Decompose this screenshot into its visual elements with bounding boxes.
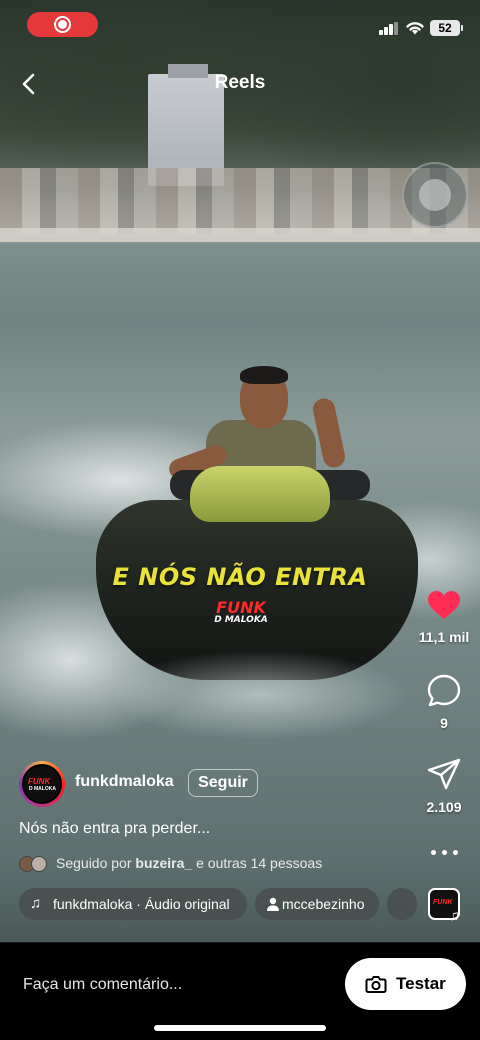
rider-hair: [240, 366, 288, 384]
try-button-label: Testar: [396, 974, 446, 993]
like-button[interactable]: 11,1 mil: [414, 590, 474, 645]
jet-ski-console: [190, 466, 330, 522]
video-logo-line1: FUNK: [216, 598, 266, 617]
audio-thumbnail-text: FUNK: [433, 899, 453, 906]
wifi-icon: [406, 22, 424, 35]
more-chip[interactable]: [387, 888, 417, 920]
signal-icon: [379, 22, 399, 35]
audio-chip-label: funkdmaloka · Áudio original: [53, 896, 230, 912]
comment-bar: Faça um comentário... Testar: [0, 942, 480, 1040]
share-icon: [427, 758, 461, 790]
rider-arm: [310, 396, 348, 470]
like-count: 11,1 mil: [418, 629, 470, 645]
avatar-image: FUNK D MALOKA: [22, 764, 62, 804]
status-bar: 52: [0, 0, 480, 52]
camera-icon: [365, 976, 387, 993]
music-note-icon: ♫: [449, 907, 460, 923]
share-button[interactable]: 2.109: [414, 758, 474, 815]
followed-by-user: buzeira_: [135, 855, 193, 871]
follow-button[interactable]: Seguir: [188, 769, 258, 797]
video-beach: [0, 228, 480, 242]
comment-count: 9: [440, 715, 448, 731]
battery-icon: 52: [430, 20, 463, 36]
comment-button[interactable]: 9: [414, 674, 474, 731]
home-indicator[interactable]: [154, 1025, 326, 1031]
video-caption-overlay: E NÓS NÃO ENTRA: [112, 563, 368, 591]
video-logo-line2: D MALOKA: [214, 615, 268, 625]
record-dot: [58, 20, 67, 29]
audio-chip[interactable]: ♫ funkdmaloka · Áudio original: [19, 888, 247, 920]
comment-icon: [427, 674, 461, 707]
avatar-line1: FUNK: [28, 777, 51, 786]
try-button[interactable]: Testar: [345, 958, 466, 1010]
music-note-icon: ♫: [30, 895, 42, 912]
tagged-user-label: mccebezinho: [282, 896, 365, 912]
reel-video[interactable]: E NÓS NÃO ENTRA FUNK D MALOKA: [0, 0, 480, 942]
camera-bubble-inner: [419, 179, 451, 211]
floating-camera-button[interactable]: [402, 162, 468, 228]
page-title: Reels: [214, 72, 266, 93]
post-caption[interactable]: Nós não entra pra perder...: [19, 820, 210, 838]
video-logo-overlay: FUNK D MALOKA: [206, 600, 276, 625]
share-count: 2.109: [426, 799, 462, 815]
tagged-user-chip[interactable]: mccebezinho: [255, 888, 379, 920]
followed-by-prefix: Seguido por: [56, 855, 132, 871]
video-spray: [110, 650, 410, 740]
follower-avatar: [31, 856, 47, 872]
comment-input[interactable]: Faça um comentário...: [23, 976, 182, 994]
more-icon[interactable]: [430, 844, 460, 860]
avatar[interactable]: FUNK D MALOKA: [19, 761, 65, 807]
followed-by-text: Seguido por buzeira_ e outras 14 pessoas: [56, 855, 322, 871]
person-icon: [267, 897, 279, 911]
author-username[interactable]: funkdmaloka: [75, 773, 174, 791]
heart-icon: [428, 591, 460, 619]
followed-by-suffix: e outras 14 pessoas: [196, 855, 323, 871]
screen-record-indicator[interactable]: [27, 12, 98, 37]
avatar-line2: D MALOKA: [29, 786, 56, 792]
